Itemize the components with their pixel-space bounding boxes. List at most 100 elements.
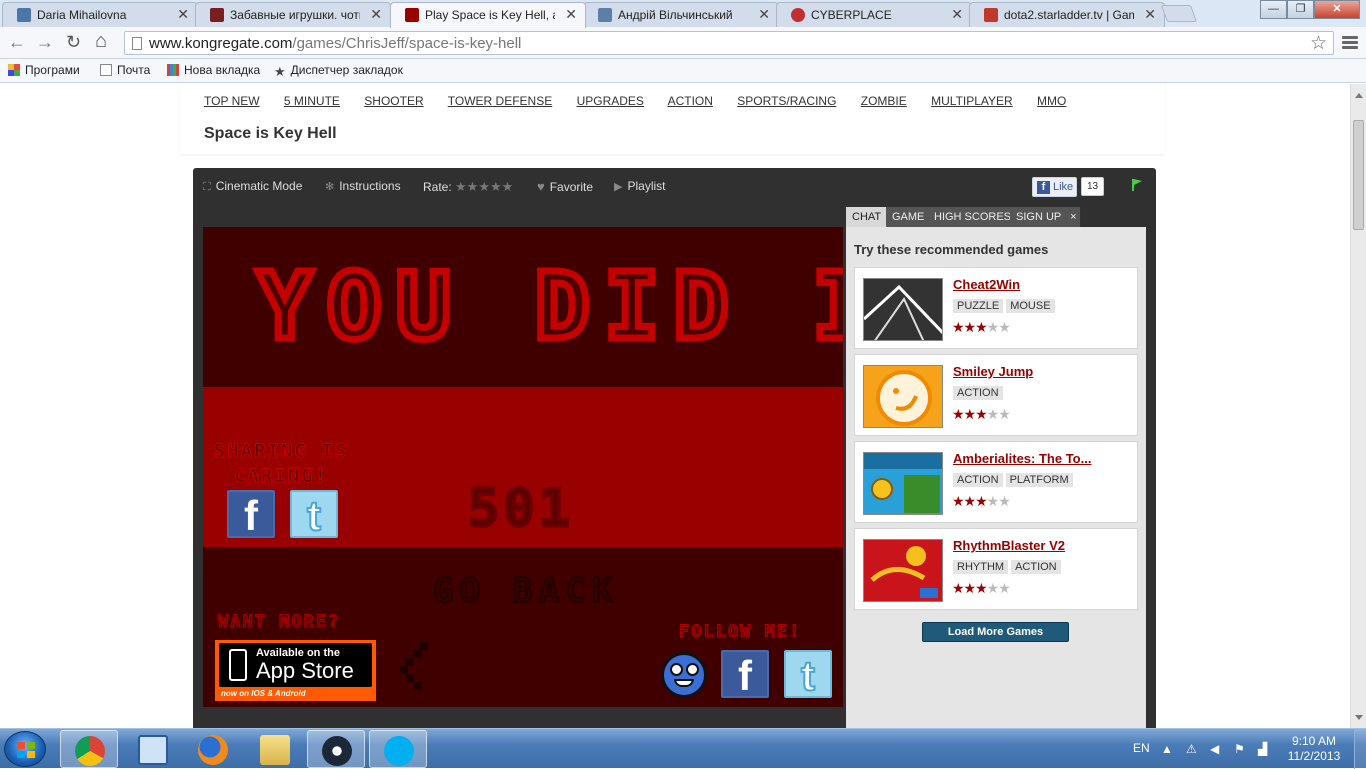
- taskbar-explorer[interactable]: [246, 730, 304, 768]
- tab-close-icon[interactable]: ✕: [370, 6, 382, 23]
- forward-arrow-icon[interactable]: →: [36, 32, 54, 53]
- game-thumbnail[interactable]: [863, 452, 943, 515]
- taskbar-steam[interactable]: [307, 730, 365, 768]
- game-thumbnail[interactable]: [863, 365, 943, 428]
- back-arrow-icon[interactable]: ←: [8, 32, 26, 53]
- category-link[interactable]: 5 MINUTE: [284, 94, 340, 108]
- category-link[interactable]: MMO: [1037, 94, 1066, 108]
- bookmark-mail[interactable]: Почта: [100, 63, 150, 77]
- scroll-up-arrow-icon[interactable]: [1355, 89, 1363, 98]
- close-icon[interactable]: ×: [1070, 211, 1076, 223]
- load-more-games-button[interactable]: Load More Games: [922, 622, 1069, 642]
- tab-high-scores[interactable]: HIGH SCORES: [928, 207, 1019, 227]
- language-indicator[interactable]: EN: [1133, 741, 1150, 755]
- category-link[interactable]: ZOMBIE: [861, 94, 907, 108]
- tag[interactable]: ACTION: [953, 473, 1003, 487]
- game-canvas[interactable]: YOU DID IT SHARING IS CARING! f t 501 GO…: [203, 227, 843, 707]
- favorite-button[interactable]: ♥ Favorite: [537, 179, 593, 194]
- volume-icon[interactable]: ◀: [1210, 742, 1224, 756]
- game-link[interactable]: Amberialites: The To...: [953, 451, 1091, 466]
- facebook-like-button[interactable]: f Like: [1032, 177, 1077, 197]
- tag[interactable]: ACTION: [953, 386, 1003, 400]
- category-link[interactable]: SPORTS/RACING: [737, 94, 836, 108]
- browser-tab[interactable]: CYBERPLACE ✕: [776, 2, 972, 27]
- recommended-game-card[interactable]: Cheat2Win PUZZLE MOUSE ★★★★★: [854, 267, 1138, 349]
- recommended-game-card[interactable]: Smiley Jump ACTION ★★★★★: [854, 354, 1138, 436]
- start-button[interactable]: [4, 731, 46, 767]
- close-window-button[interactable]: ✕: [1314, 0, 1360, 19]
- category-link[interactable]: TOP NEW: [204, 94, 260, 108]
- game-link[interactable]: Cheat2Win: [953, 277, 1020, 292]
- game-link[interactable]: Smiley Jump: [953, 364, 1033, 379]
- twitter-follow-button[interactable]: t: [784, 650, 832, 700]
- tab-close-icon[interactable]: ✕: [1144, 6, 1156, 23]
- category-link[interactable]: UPGRADES: [577, 94, 644, 108]
- chrome-menu-icon[interactable]: [1342, 36, 1358, 51]
- twitter-share-button[interactable]: t: [290, 490, 338, 540]
- home-icon[interactable]: ⌂: [95, 30, 107, 53]
- tab-close-icon[interactable]: ✕: [565, 6, 577, 23]
- maximize-button[interactable]: ❐: [1287, 0, 1314, 19]
- browser-tab[interactable]: Daria Mihailovna ✕: [2, 2, 198, 27]
- flag-icon[interactable]: [1131, 178, 1143, 192]
- bookmark-manager[interactable]: ★ Диспетчер закладок: [274, 63, 403, 79]
- reload-icon[interactable]: ↻: [66, 32, 81, 53]
- recommended-game-card[interactable]: RhythmBlaster V2 RHYTHM ACTION ★★★★★: [854, 528, 1138, 610]
- tag[interactable]: PUZZLE: [953, 299, 1004, 313]
- tag[interactable]: RHYTHM: [953, 560, 1009, 574]
- address-bar[interactable]: www.kongregate.com/games/ChrisJeff/space…: [124, 31, 1334, 55]
- browser-tab[interactable]: dota2.starladder.tv | Game ✕: [969, 2, 1165, 27]
- bookmark-star-icon[interactable]: ☆: [1310, 32, 1327, 55]
- bookmark-apps[interactable]: Програми: [8, 63, 80, 77]
- facebook-share-button[interactable]: f: [227, 490, 275, 539]
- taskbar-firefox[interactable]: [184, 730, 242, 768]
- tag[interactable]: MOUSE: [1006, 299, 1055, 313]
- playlist-button[interactable]: ▶ Playlist: [614, 179, 665, 193]
- taskbar-chrome[interactable]: [60, 730, 118, 768]
- go-back-button[interactable]: GO BACK: [432, 570, 618, 612]
- action-center-flag-icon[interactable]: ⚑: [1234, 742, 1248, 756]
- minimize-button[interactable]: —: [1260, 0, 1287, 19]
- tag[interactable]: ACTION: [1011, 560, 1061, 574]
- taskbar-skype[interactable]: [369, 730, 427, 768]
- facebook-follow-button[interactable]: f: [721, 650, 769, 699]
- network-signal-icon[interactable]: ▟: [1258, 742, 1272, 756]
- page-scrollbar[interactable]: [1350, 84, 1366, 728]
- rate-stars[interactable]: ★★★★★: [455, 179, 513, 194]
- category-link[interactable]: SHOOTER: [364, 94, 423, 108]
- scrollbar-thumb[interactable]: [1353, 120, 1364, 230]
- browser-tab[interactable]: Андрій Вільчинський ✕: [583, 2, 779, 27]
- mascot-face-icon[interactable]: [661, 652, 707, 698]
- tag[interactable]: PLATFORM: [1005, 473, 1073, 487]
- power-icon[interactable]: ⚠: [1186, 742, 1200, 756]
- new-tab-button[interactable]: [1160, 5, 1198, 22]
- recommended-game-card[interactable]: Amberialites: The To... ACTION PLATFORM ★…: [854, 441, 1138, 523]
- tab-close-icon[interactable]: ✕: [758, 6, 770, 23]
- tab-close-icon[interactable]: ✕: [177, 6, 189, 23]
- show-desktop-button[interactable]: [1354, 729, 1366, 769]
- taskbar-network[interactable]: [124, 730, 182, 768]
- bookmark-new-tab[interactable]: Нова вкладка: [167, 63, 260, 77]
- browser-tab-active[interactable]: Play Space is Key Hell, a fr ✕: [390, 2, 586, 28]
- tab-game[interactable]: GAME: [886, 207, 932, 227]
- tab-chat[interactable]: CHAT: [846, 207, 889, 227]
- game-link[interactable]: RhythmBlaster V2: [953, 538, 1065, 553]
- rate-control[interactable]: Rate: ★★★★★: [423, 179, 513, 195]
- game-thumbnail[interactable]: [863, 278, 943, 341]
- app-store-badge[interactable]: Available on the App Store now on IOS & …: [215, 640, 376, 701]
- browser-tab[interactable]: Забавные игрушки. чотк ✕: [195, 2, 391, 27]
- tab-sign-up[interactable]: SIGN UP ×: [1010, 207, 1081, 227]
- kongregate-favicon-icon: [405, 8, 419, 22]
- instructions-button[interactable]: ✻ Instructions: [325, 179, 401, 193]
- category-link[interactable]: MULTIPLAYER: [931, 94, 1013, 108]
- category-link[interactable]: TOWER DEFENSE: [448, 94, 552, 108]
- tray-arrow-icon[interactable]: ▲: [1161, 742, 1175, 756]
- scroll-down-arrow-icon[interactable]: [1355, 715, 1363, 724]
- tab-label: SIGN UP: [1016, 211, 1062, 223]
- cinematic-mode-button[interactable]: ⛶ Cinematic Mode: [203, 179, 302, 194]
- tab-close-icon[interactable]: ✕: [951, 6, 963, 23]
- facebook-icon: f: [1037, 181, 1050, 194]
- game-thumbnail[interactable]: [863, 539, 943, 602]
- category-link[interactable]: ACTION: [668, 94, 713, 108]
- system-clock[interactable]: 9:10 AM 11/2/2013: [1285, 734, 1343, 764]
